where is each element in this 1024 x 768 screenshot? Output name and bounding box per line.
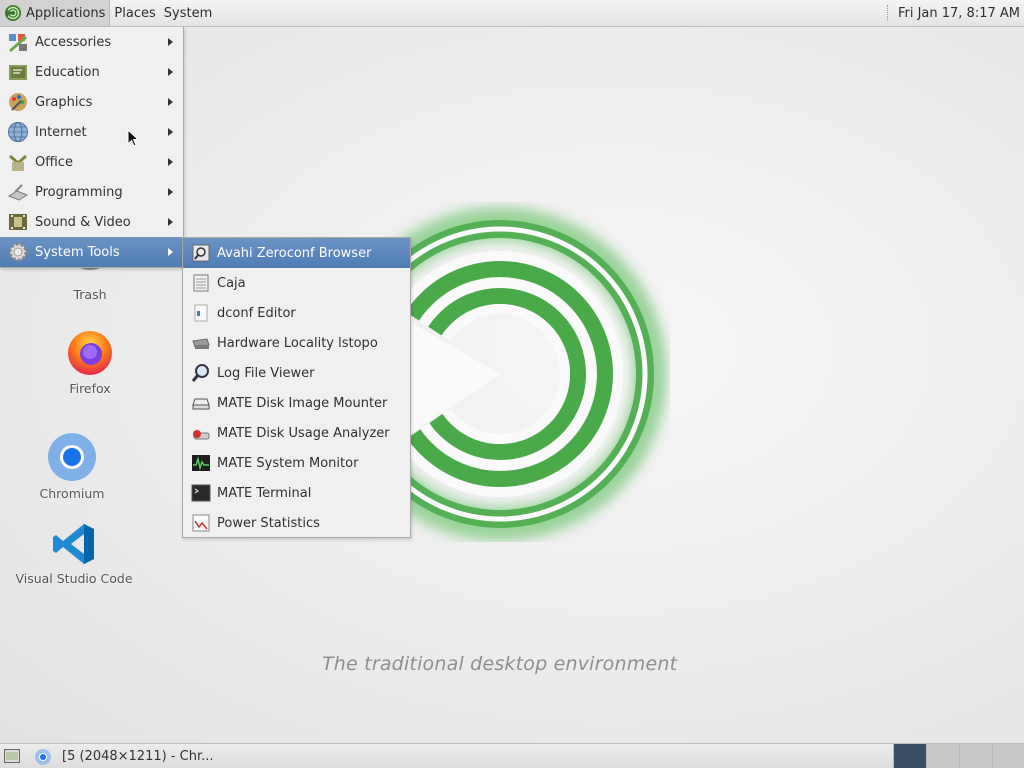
menu-item-sound-video[interactable]: Sound & Video	[0, 207, 183, 237]
menu-item-label: Internet	[35, 124, 87, 140]
menu-item-disk-image-mounter[interactable]: MATE Disk Image Mounter	[183, 388, 410, 418]
internet-globe-icon	[8, 122, 28, 142]
menu-item-label: Education	[35, 64, 100, 80]
office-icon	[9, 154, 27, 171]
vscode-icon	[53, 524, 94, 564]
menu-item-label: MATE Disk Usage Analyzer	[217, 425, 390, 441]
menu-item-accessories[interactable]: Accessories	[0, 27, 183, 57]
menu-item-label: Avahi Zeroconf Browser	[217, 245, 372, 261]
programming-icon	[7, 184, 29, 201]
menu-item-label: System Tools	[35, 244, 120, 260]
menu-item-log-file-viewer[interactable]: Log File Viewer	[183, 358, 410, 388]
submenu-arrow-icon	[168, 218, 173, 226]
menu-item-dconf-editor[interactable]: dconf Editor	[183, 298, 410, 328]
firefox-icon	[68, 331, 112, 375]
submenu-arrow-icon	[168, 248, 173, 256]
workspace-1[interactable]	[893, 744, 926, 768]
menu-item-label: Programming	[35, 184, 123, 200]
menu-item-label: Graphics	[35, 94, 93, 110]
submenu-arrow-icon	[168, 188, 173, 196]
desktop-icon-label: Visual Studio Code	[15, 571, 133, 586]
workspace-2[interactable]	[926, 744, 959, 768]
menu-item-office[interactable]: Office	[0, 147, 183, 177]
desktop-icon-label: Chromium	[39, 486, 105, 501]
menu-item-system-tools[interactable]: System Tools	[0, 237, 183, 267]
chromium-icon	[35, 748, 51, 765]
submenu-arrow-icon	[168, 158, 173, 166]
menu-item-label: Sound & Video	[35, 214, 131, 230]
graphics-icon	[9, 93, 27, 111]
disk-usage-icon	[193, 430, 210, 440]
system-monitor-icon	[192, 455, 210, 471]
chromium-icon	[48, 433, 96, 481]
menu-item-label: MATE Terminal	[217, 485, 312, 501]
menu-item-power-statistics[interactable]: Power Statistics	[183, 508, 410, 538]
menu-item-label: Log File Viewer	[217, 365, 315, 381]
submenu-arrow-icon	[168, 38, 173, 46]
clock[interactable]: Fri Jan 17, 8:17 AM	[886, 0, 1020, 26]
clock-label: Fri Jan 17, 8:17 AM	[897, 5, 1020, 21]
desktop-icon-chromium[interactable]: Chromium	[12, 432, 132, 501]
accessories-icon	[9, 34, 27, 53]
menu-item-disk-usage-analyzer[interactable]: MATE Disk Usage Analyzer	[183, 418, 410, 448]
menu-item-label: Power Statistics	[217, 515, 320, 531]
menu-item-label: dconf Editor	[217, 305, 296, 321]
top-panel: Applications Places System Fri Jan 17, 8…	[0, 0, 1024, 27]
menu-item-hardware-locality[interactable]: Hardware Locality lstopo	[183, 328, 410, 358]
taskbar-window-label: [5 (2048×1211) - Chr...	[62, 749, 214, 764]
avahi-icon	[192, 244, 210, 262]
system-tools-submenu: Avahi Zeroconf Browser Caja dconf Editor…	[182, 237, 411, 538]
system-menu-button[interactable]: System	[160, 0, 216, 26]
menu-item-mate-terminal[interactable]: MATE Terminal	[183, 478, 410, 508]
menu-item-label: Office	[35, 154, 73, 170]
disk-mounter-icon	[192, 398, 210, 410]
hardware-icon	[192, 338, 210, 349]
caja-icon	[193, 274, 209, 292]
education-icon	[9, 65, 27, 80]
submenu-arrow-icon	[168, 68, 173, 76]
desktop-icon-vscode[interactable]: Visual Studio Code	[14, 521, 134, 586]
terminal-icon	[191, 484, 211, 502]
menu-item-graphics[interactable]: Graphics	[0, 87, 183, 117]
sound-video-icon	[9, 214, 27, 230]
menu-item-programming[interactable]: Programming	[0, 177, 183, 207]
workspace-4[interactable]	[992, 744, 1024, 768]
power-stats-icon	[192, 514, 210, 532]
menu-item-label: MATE Disk Image Mounter	[217, 395, 388, 411]
menu-item-label: Accessories	[35, 34, 112, 50]
desktop-icon-firefox[interactable]: Firefox	[30, 329, 150, 396]
menu-item-system-monitor[interactable]: MATE System Monitor	[183, 448, 410, 478]
submenu-arrow-icon	[168, 98, 173, 106]
menu-item-education[interactable]: Education	[0, 57, 183, 87]
menu-item-label: Caja	[217, 275, 246, 291]
desktop-tagline: The traditional desktop environment	[322, 653, 678, 675]
taskbar-window-button[interactable]: [5 (2048×1211) - Chr...	[34, 746, 214, 767]
submenu-arrow-icon	[168, 128, 173, 136]
menu-item-label: Hardware Locality lstopo	[217, 335, 378, 351]
dconf-icon	[194, 304, 208, 322]
show-desktop-icon[interactable]	[4, 749, 20, 763]
places-menu-button[interactable]: Places	[110, 0, 159, 26]
menu-item-label: MATE System Monitor	[217, 455, 359, 471]
desktop-icon-label: Firefox	[69, 381, 111, 396]
menu-item-caja[interactable]: Caja	[183, 268, 410, 298]
workspace-3[interactable]	[959, 744, 992, 768]
mate-logo-icon	[5, 5, 21, 21]
applications-menu-button[interactable]: Applications	[0, 0, 111, 26]
bottom-panel: [5 (2048×1211) - Chr...	[0, 743, 1024, 768]
panel-handle	[886, 5, 890, 21]
menu-item-avahi-zeroconf-browser[interactable]: Avahi Zeroconf Browser	[183, 238, 410, 268]
system-tools-gear-icon	[8, 242, 28, 262]
mouse-cursor-icon	[127, 129, 140, 147]
log-viewer-icon	[191, 364, 209, 382]
applications-menu-label: Applications	[26, 5, 106, 21]
applications-menu: Accessories Education Graphics Internet	[0, 27, 184, 268]
menu-item-internet[interactable]: Internet	[0, 117, 183, 147]
desktop-icon-label: Trash	[73, 287, 107, 302]
